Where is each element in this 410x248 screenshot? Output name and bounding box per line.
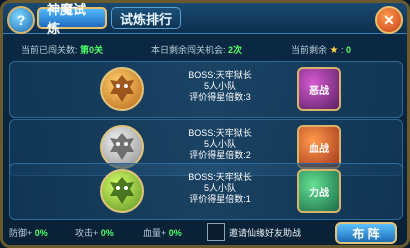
invite-label: 邀请仙缘好友助战 bbox=[229, 228, 302, 238]
rating-label: 评价得星倍数:1 bbox=[189, 194, 251, 204]
stage-info: BOSS:天牢狱长 5人小队 评价得星倍数:1 bbox=[160, 172, 280, 205]
team-label: 5人小队 bbox=[203, 139, 236, 149]
current-stage-status: 当前已闯关数: 第0关 bbox=[21, 45, 104, 55]
stage-info: BOSS:天牢狱长 5人小队 评价得星倍数:2 bbox=[160, 128, 280, 161]
dragon-boss-icon bbox=[100, 67, 144, 111]
stage-info: BOSS:天牢狱长 5人小队 评价得星倍数:3 bbox=[160, 70, 280, 103]
close-icon: ✕ bbox=[383, 11, 395, 28]
rating-label: 评价得星倍数:2 bbox=[189, 150, 251, 160]
help-icon: ? bbox=[16, 12, 26, 28]
top-bar: ? 神魔试炼 试炼排行 ✕ bbox=[3, 3, 407, 36]
tab-ranking[interactable]: 试炼排行 bbox=[111, 7, 181, 29]
star-icon: ★ bbox=[329, 45, 339, 56]
stage-row[interactable]: BOSS:天牢狱长 5人小队 评价得星倍数:3 恶战 bbox=[9, 61, 403, 118]
boss-label: BOSS:天牢狱长 bbox=[188, 70, 252, 80]
deploy-button[interactable]: 布 阵 bbox=[335, 222, 397, 244]
team-label: 5人小队 bbox=[203, 183, 236, 193]
help-button[interactable]: ? bbox=[7, 6, 35, 34]
dragon-boss-icon bbox=[100, 169, 144, 213]
attack-bonus: 攻击+ 0% bbox=[75, 228, 114, 238]
remaining-chances: 本日剩余闯关机会: 2次 bbox=[151, 45, 243, 55]
difficulty-badge: 力战 bbox=[297, 169, 341, 213]
stage-row[interactable]: BOSS:天牢狱长 5人小队 评价得星倍数:1 力战 bbox=[9, 163, 403, 220]
current-stars: 当前剩余 ★ : 0 bbox=[291, 45, 352, 56]
tab-trial[interactable]: 神魔试炼 bbox=[37, 3, 107, 36]
defense-bonus: 防御+ 0% bbox=[9, 228, 48, 238]
hp-bonus: 血量+ 0% bbox=[143, 228, 182, 238]
invite-checkbox[interactable] bbox=[207, 223, 225, 241]
rating-label: 评价得星倍数:3 bbox=[189, 92, 251, 102]
team-label: 5人小队 bbox=[203, 81, 236, 91]
bottom-bar: 防御+ 0% 攻击+ 0% 血量+ 0% 邀请仙缘好友助战 布 阵 bbox=[3, 217, 407, 245]
boss-label: BOSS:天牢狱长 bbox=[188, 128, 252, 138]
status-bar: 当前已闯关数: 第0关 本日剩余闯关机会: 2次 当前剩余 ★ : 0 bbox=[3, 41, 407, 57]
difficulty-badge: 恶战 bbox=[297, 67, 341, 111]
trial-panel: ? 神魔试炼 试炼排行 ✕ 当前已闯关数: 第0关 本日剩余闯关机会: 2次 当… bbox=[0, 0, 410, 248]
close-button[interactable]: ✕ bbox=[375, 6, 403, 34]
boss-label: BOSS:天牢狱长 bbox=[188, 172, 252, 182]
